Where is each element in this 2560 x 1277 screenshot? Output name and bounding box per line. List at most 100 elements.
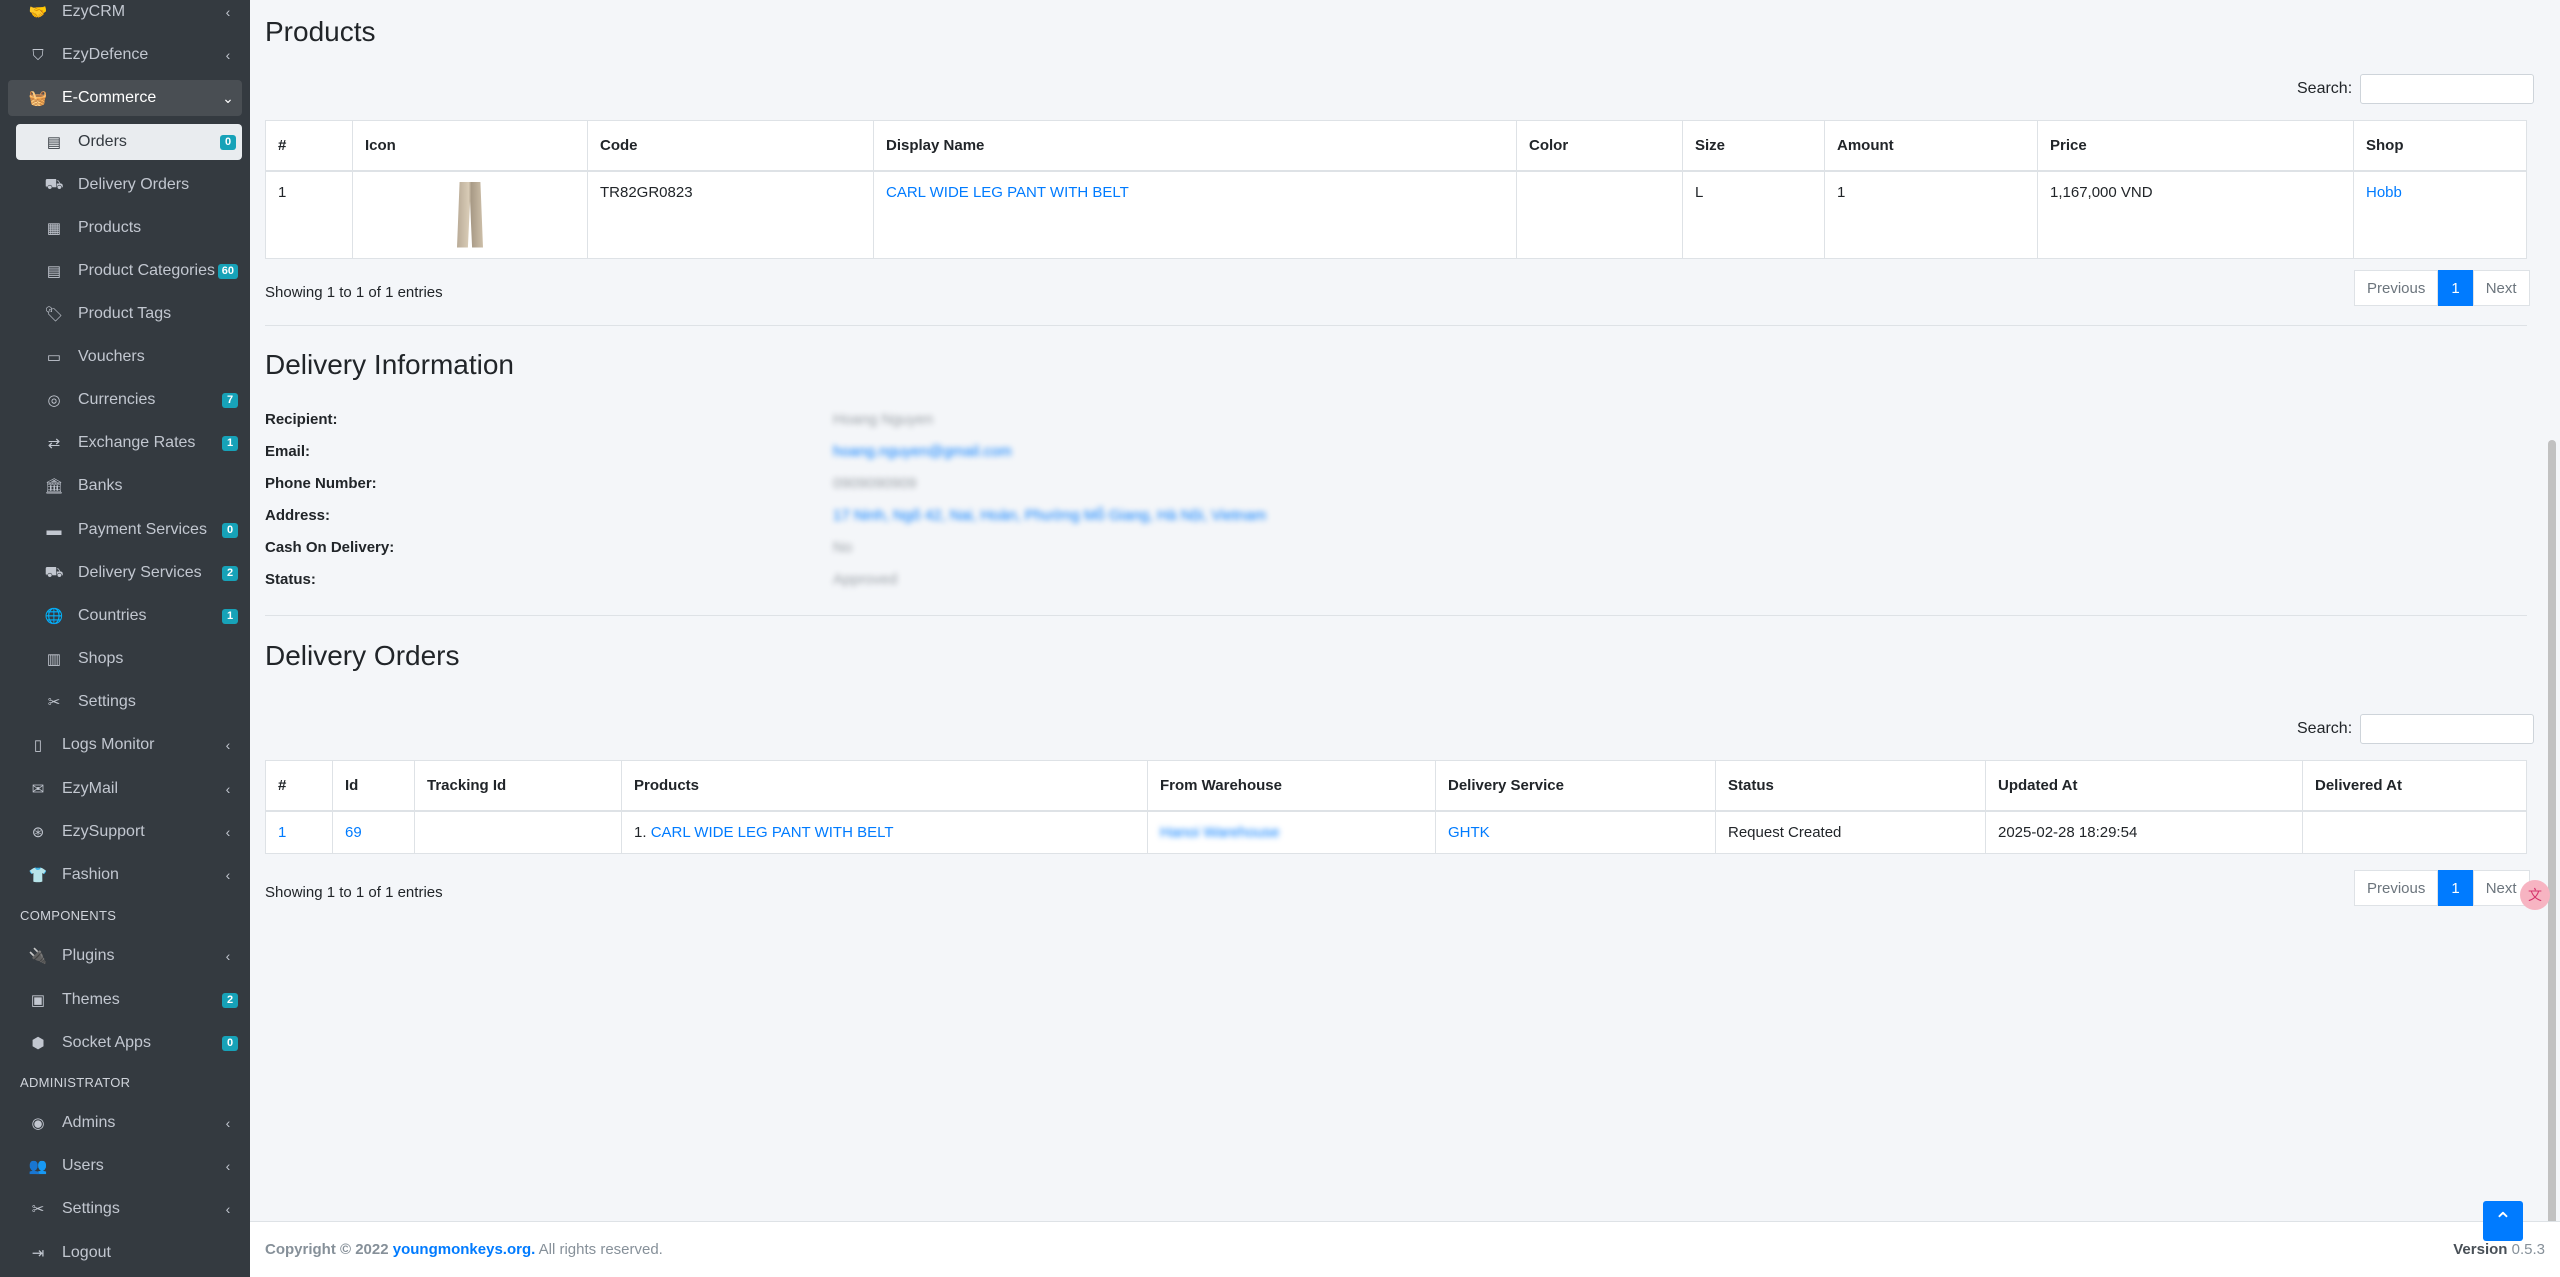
user-circle-icon: ◉ <box>31 1115 45 1132</box>
cell-updated-at: 2025-02-28 18:29:54 <box>1985 810 2303 854</box>
delivery-orders-prev-button[interactable]: Previous <box>2354 870 2439 906</box>
handshake-icon: 🤝 <box>28 4 48 21</box>
col-icon[interactable]: Icon <box>352 120 588 172</box>
info-phone: Phone Number: 0909090909 <box>265 475 917 492</box>
org-link[interactable]: youngmonkeys.org. <box>393 1241 536 1258</box>
col-amount[interactable]: Amount <box>1824 120 2038 172</box>
sidebar-item-products[interactable]: ▦ Products <box>8 210 242 246</box>
shop-link[interactable]: Hobb <box>2366 184 2402 201</box>
version: Version 0.5.3 <box>2453 1241 2545 1258</box>
product-link[interactable]: CARL WIDE LEG PANT WITH BELT <box>651 824 894 841</box>
basket-icon: 🧺 <box>28 90 48 107</box>
sidebar-item-currencies[interactable]: ◎ Currencies 7 <box>8 382 242 418</box>
col-shop[interactable]: Shop <box>2353 120 2527 172</box>
sidebar-item-socket-apps[interactable]: ⬢ Socket Apps 0 <box>8 1025 242 1061</box>
sidebar-item-ecommerce-settings[interactable]: ✂ Settings <box>8 684 242 720</box>
divider <box>265 615 2527 616</box>
delivery-orders-showing: Showing 1 to 1 of 1 entries <box>265 884 443 901</box>
sidebar-item-vouchers[interactable]: ▭ Vouchers <box>8 339 242 375</box>
sidebar-item-logout[interactable]: ⇥ Logout <box>8 1235 242 1271</box>
col-code[interactable]: Code <box>587 120 874 172</box>
col-delivery-service[interactable]: Delivery Service <box>1435 760 1716 812</box>
file-icon: ▯ <box>33 737 43 754</box>
sidebar-item-product-categories[interactable]: ▤ Product Categories 60 <box>8 253 242 289</box>
sidebar-item-exchange-rates[interactable]: ⇄ Exchange Rates 1 <box>8 425 242 461</box>
life-ring-icon: ⊛ <box>31 824 45 841</box>
products-pagination: Previous 1 Next <box>2354 270 2530 306</box>
chevron-left-icon: ‹ <box>225 1158 231 1174</box>
page-scrollbar[interactable] <box>2548 440 2556 1240</box>
col-display-name[interactable]: Display Name <box>873 120 1517 172</box>
translate-icon[interactable]: 文 <box>2520 880 2550 910</box>
delivery-services-badge: 2 <box>222 565 238 581</box>
sidebar-item-themes[interactable]: ▣ Themes 2 <box>8 982 242 1018</box>
delivery-orders-table: # Id Tracking Id Products From Warehouse… <box>265 760 2527 854</box>
credit-card-icon: ▬ <box>46 521 62 539</box>
sidebar-item-delivery-orders[interactable]: ⛟ Delivery Orders <box>8 167 242 203</box>
info-address: Address: 17 Ninh, Ngõ 42, Nai, Hoàn, Phườ… <box>265 507 1267 524</box>
col-tracking-id[interactable]: Tracking Id <box>414 760 622 812</box>
col-num[interactable]: # <box>265 760 333 812</box>
sidebar-item-fashion[interactable]: 👕 Fashion ‹ <box>8 857 242 893</box>
cell-price: 1,167,000 VND <box>2037 170 2354 259</box>
sidebar-item-payment-services[interactable]: ▬ Payment Services 0 <box>8 512 242 548</box>
delivery-orders-page-1[interactable]: 1 <box>2438 870 2473 906</box>
products-prev-button[interactable]: Previous <box>2354 270 2439 306</box>
sidebar-item-plugins[interactable]: 🔌 Plugins ‹ <box>8 938 242 974</box>
delivery-service-link[interactable]: GHTK <box>1448 824 1490 841</box>
products-search-input[interactable] <box>2360 74 2535 104</box>
cell-delivery-service: GHTK <box>1435 810 1716 854</box>
sidebar-item-ezycrm[interactable]: 🤝 EzyCRM ‹ <box>8 0 242 30</box>
sidebar-item-orders[interactable]: ▤ Orders 0 <box>16 124 242 160</box>
products-next-button[interactable]: Next <box>2472 270 2530 306</box>
sidebar-item-shops[interactable]: ▥ Shops <box>8 641 242 677</box>
row-num-link[interactable]: 1 <box>278 824 286 841</box>
product-link[interactable]: CARL WIDE LEG PANT WITH BELT <box>886 184 1129 201</box>
sidebar-item-ezymail[interactable]: ✉ EzyMail ‹ <box>8 771 242 807</box>
cell-id: 69 <box>332 810 415 854</box>
sidebar-item-countries[interactable]: 🌐 Countries 1 <box>8 598 242 634</box>
truck-loading-icon: ⛟ <box>44 175 64 193</box>
orders-badge: 0 <box>220 134 236 150</box>
sidebar-item-ezydefence[interactable]: ⛉ EzyDefence ‹ <box>8 37 242 73</box>
sidebar-item-delivery-services[interactable]: ⛟ Delivery Services 2 <box>8 555 242 591</box>
cell-size: L <box>1682 170 1825 259</box>
col-from-warehouse[interactable]: From Warehouse <box>1147 760 1436 812</box>
sidebar-item-admins[interactable]: ◉ Admins ‹ <box>8 1105 242 1141</box>
copyright: Copyright © 2022 youngmonkeys.org. All r… <box>265 1241 663 1258</box>
nav-header-components: COMPONENTS <box>20 908 117 923</box>
col-num[interactable]: # <box>265 120 353 172</box>
products-page-1[interactable]: 1 <box>2438 270 2473 306</box>
exchange-icon: ⇄ <box>47 435 61 452</box>
col-delivered-at[interactable]: Delivered At <box>2302 760 2527 812</box>
col-updated-at[interactable]: Updated At <box>1985 760 2303 812</box>
sidebar-item-product-tags[interactable]: 🏷 Product Tags <box>8 296 242 332</box>
delivery-orders-search-input[interactable] <box>2360 714 2535 744</box>
delivery-order-id-link[interactable]: 69 <box>345 824 362 841</box>
col-status[interactable]: Status <box>1715 760 1986 812</box>
col-size[interactable]: Size <box>1682 120 1825 172</box>
product-index: 1. <box>634 823 647 841</box>
store-icon: ▥ <box>46 651 62 668</box>
warehouse-link[interactable]: Hanoi Warehouse <box>1160 824 1280 841</box>
sidebar-item-users[interactable]: 👥 Users ‹ <box>8 1148 242 1184</box>
col-products[interactable]: Products <box>621 760 1148 812</box>
scroll-to-top-button[interactable]: ⌃ <box>2483 1201 2523 1241</box>
clipboard-icon: ▤ <box>46 134 62 151</box>
payment-services-badge: 0 <box>222 522 238 538</box>
sidebar-item-settings[interactable]: ✂ Settings ‹ <box>8 1191 242 1227</box>
countries-badge: 1 <box>222 608 238 624</box>
products-table: # Icon Code Display Name Color Size Amou… <box>265 120 2527 259</box>
sidebar-item-ecommerce[interactable]: 🧺 E-Commerce ⌄ <box>8 80 242 116</box>
sidebar-item-banks[interactable]: 🏛 Banks <box>8 468 242 504</box>
exchange-rates-badge: 1 <box>222 435 238 451</box>
sidebar-item-logs-monitor[interactable]: ▯ Logs Monitor ‹ <box>8 727 242 763</box>
col-price[interactable]: Price <box>2037 120 2354 172</box>
tools-icon: ✂ <box>47 694 61 711</box>
col-color[interactable]: Color <box>1516 120 1683 172</box>
boxes-icon: ▦ <box>46 220 62 237</box>
sidebar-item-ezysupport[interactable]: ⊛ EzySupport ‹ <box>8 814 242 850</box>
col-id[interactable]: Id <box>332 760 415 812</box>
info-cod: Cash On Delivery: No <box>265 539 853 556</box>
products-showing: Showing 1 to 1 of 1 entries <box>265 284 443 301</box>
